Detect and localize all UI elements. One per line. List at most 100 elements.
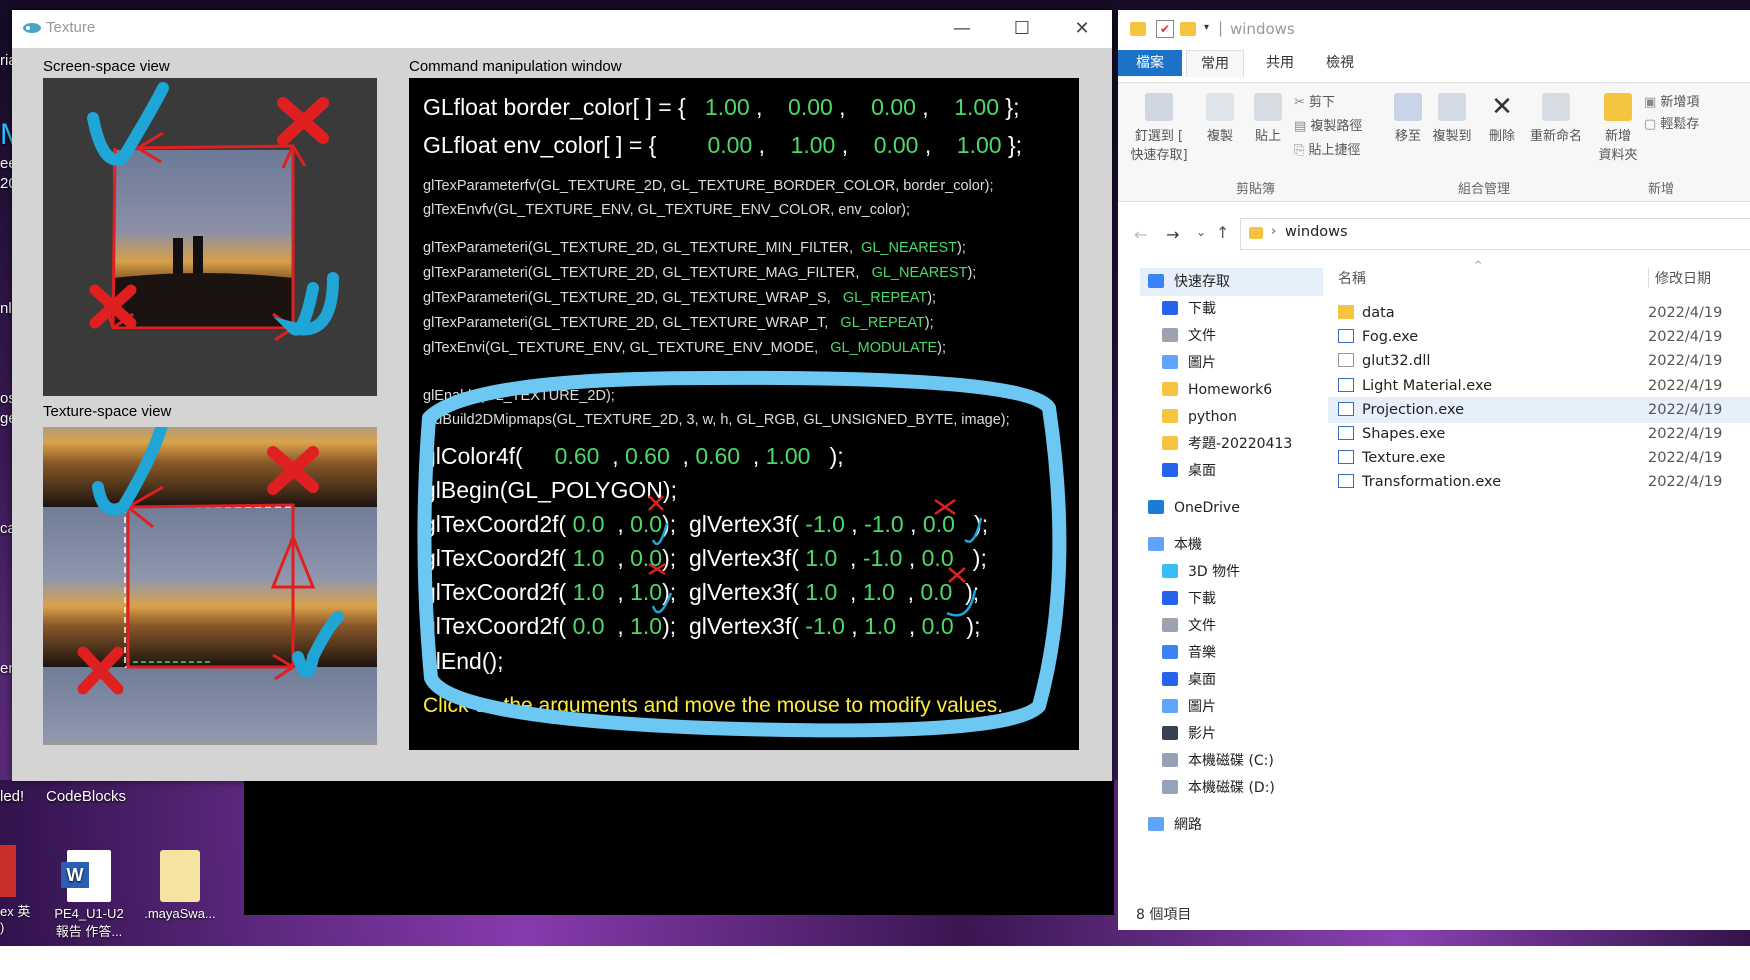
nav-item[interactable]: 桌面 (1162, 666, 1216, 694)
border-color-a[interactable]: 1.00 (954, 94, 999, 120)
nav-item[interactable]: 3D 物件 (1162, 558, 1240, 586)
nav-item[interactable]: 本機磁碟 (D:) (1162, 774, 1275, 802)
new-folder-button[interactable]: 新增 資料夾 (1594, 93, 1642, 163)
new-item-button[interactable]: ▣ 新增項 (1644, 91, 1699, 110)
close-button[interactable]: ✕ (1062, 16, 1102, 42)
color-r[interactable]: 0.60 (555, 443, 600, 469)
file-row[interactable]: Transformation.exe 2022/4/19 (1328, 469, 1750, 495)
new-folder-quick-icon[interactable] (1180, 22, 1196, 36)
paste-shortcut-button[interactable]: ⎘ 貼上捷徑 (1294, 139, 1361, 158)
code-line: glTexParameteri(GL_TEXTURE_2D, GL_TEXTUR… (423, 265, 977, 281)
mag-filter-arg[interactable]: GL_NEAREST (872, 265, 968, 281)
nav-icon (1148, 817, 1164, 831)
desktop-icon[interactable]: .mayaSwa... (138, 850, 222, 921)
file-row[interactable]: data 2022/4/19 (1328, 300, 1750, 326)
vertex-line: glTexCoord2f( 1.0 , 1.0); glVertex3f( 1.… (423, 579, 980, 605)
address-field[interactable]: › windows (1240, 218, 1750, 250)
tab-file[interactable]: 檔案 (1118, 50, 1182, 76)
nav-item[interactable]: python (1162, 403, 1237, 431)
pin-quick-access-button[interactable]: 釘選到 [ 快速存取] (1124, 93, 1194, 163)
nav-item[interactable]: 本機 (1148, 531, 1202, 559)
folder-icon (1130, 22, 1146, 36)
nav-icon (1162, 463, 1178, 477)
maximize-button[interactable]: ☐ (1002, 16, 1042, 42)
command-window[interactable]: GLfloat border_color[ ] = { 1.00 , 0.00 … (409, 78, 1079, 750)
border-color-b[interactable]: 0.00 (871, 94, 916, 120)
nav-item[interactable]: 影片 (1162, 720, 1216, 748)
env-color-g[interactable]: 1.00 (791, 132, 836, 158)
border-color-r[interactable]: 1.00 (705, 94, 750, 120)
nav-item[interactable]: 下載 (1162, 295, 1216, 323)
cut-button[interactable]: ✂ 剪下 (1294, 91, 1335, 110)
quick-access-dropdown-icon[interactable]: ▾ (1204, 22, 1209, 33)
file-row[interactable]: Projection.exe 2022/4/19 (1328, 396, 1750, 423)
nav-icon (1162, 726, 1178, 740)
file-row[interactable]: Light Material.exe 2022/4/19 (1328, 373, 1750, 399)
code-line: glTexParameteri(GL_TEXTURE_2D, GL_TEXTUR… (423, 315, 934, 331)
folder-icon (1249, 227, 1263, 239)
nav-item[interactable]: 網路 (1148, 811, 1202, 839)
nav-label: 考題-20220413 (1188, 436, 1293, 452)
file-row[interactable]: Texture.exe 2022/4/19 (1328, 445, 1750, 471)
forward-icon[interactable]: → (1166, 225, 1179, 244)
nav-icon (1148, 537, 1164, 551)
color-g[interactable]: 0.60 (625, 443, 670, 469)
nav-item[interactable]: Homework6 (1162, 376, 1272, 404)
up-icon[interactable]: ↑ (1216, 223, 1229, 242)
file-row[interactable]: Shapes.exe 2022/4/19 (1328, 421, 1750, 447)
nav-label: 文件 (1188, 328, 1216, 344)
nav-item[interactable]: 桌面 (1162, 457, 1216, 485)
copy-to-button[interactable]: 複製到 (1430, 93, 1474, 144)
tab-share[interactable]: 共用 (1252, 50, 1308, 76)
tab-home[interactable]: 常用 (1186, 50, 1244, 77)
nav-item[interactable]: 考題-20220413 (1162, 430, 1292, 458)
column-name[interactable]: 名稱 (1338, 268, 1366, 288)
env-mode-arg[interactable]: GL_MODULATE (830, 340, 937, 356)
file-row[interactable]: Fog.exe 2022/4/19 (1328, 324, 1750, 350)
screen-space-view[interactable] (43, 78, 377, 396)
tab-view[interactable]: 檢視 (1312, 50, 1368, 76)
nav-item[interactable]: 音樂 (1162, 639, 1216, 667)
env-color-line: GLfloat env_color[ ] = { 0.00 , 1.00 , 0… (423, 132, 1023, 158)
min-filter-arg[interactable]: GL_NEAREST (861, 240, 957, 256)
group-organize: 組合管理 (1458, 182, 1511, 197)
copy-button[interactable]: 複製 (1198, 93, 1242, 144)
codeblocks-label[interactable]: CodeBlocks (46, 788, 126, 805)
rename-button[interactable]: 重新命名 (1528, 93, 1584, 144)
easy-access-button[interactable]: ▢ 輕鬆存 (1644, 113, 1699, 132)
file-row[interactable]: glut32.dll 2022/4/19 (1328, 348, 1750, 374)
env-color-b[interactable]: 0.00 (874, 132, 919, 158)
wrap-s-arg[interactable]: GL_REPEAT (843, 290, 927, 306)
column-date[interactable]: 修改日期 (1648, 268, 1711, 288)
nav-item[interactable]: OneDrive (1148, 494, 1240, 522)
recent-dropdown-icon[interactable]: ⌄ (1196, 225, 1206, 239)
env-color-a[interactable]: 1.00 (957, 132, 1002, 158)
nav-label: 圖片 (1188, 355, 1216, 371)
minimize-button[interactable]: — (942, 16, 982, 42)
desktop-icon[interactable]: W PE4_U1-U2 報告 作答... (44, 850, 134, 940)
paste-button[interactable]: 貼上 (1246, 93, 1290, 144)
nav-icon (1162, 591, 1178, 605)
back-icon[interactable]: ← (1134, 225, 1147, 244)
desktop-icon[interactable]: ex 英 ) (0, 845, 30, 935)
move-to-button[interactable]: 移至 (1388, 93, 1428, 144)
nav-item[interactable]: 圖片 (1162, 349, 1216, 377)
color-b[interactable]: 0.60 (695, 443, 740, 469)
begin-line: glBegin(GL_POLYGON); (423, 477, 677, 503)
wrap-t-arg[interactable]: GL_REPEAT (840, 315, 924, 331)
nav-item[interactable]: 文件 (1162, 322, 1216, 350)
nav-item[interactable]: 圖片 (1162, 693, 1216, 721)
nav-item[interactable]: 本機磁碟 (C:) (1162, 747, 1274, 775)
properties-icon[interactable]: ✔ (1156, 20, 1174, 38)
nav-item[interactable]: 快速存取 (1140, 268, 1323, 296)
color-a[interactable]: 1.00 (766, 443, 811, 469)
texture-space-view[interactable] (43, 427, 377, 745)
nav-item[interactable]: 下載 (1162, 585, 1216, 613)
copy-path-button[interactable]: ▤ 複製路徑 (1294, 115, 1362, 134)
border-color-line: GLfloat border_color[ ] = { 1.00 , 0.00 … (423, 94, 1020, 120)
delete-button[interactable]: ✕ 刪除 (1482, 93, 1522, 144)
file-name: Light Material.exe (1362, 377, 1493, 394)
border-color-g[interactable]: 0.00 (788, 94, 833, 120)
nav-item[interactable]: 文件 (1162, 612, 1216, 640)
env-color-r[interactable]: 0.00 (707, 132, 752, 158)
